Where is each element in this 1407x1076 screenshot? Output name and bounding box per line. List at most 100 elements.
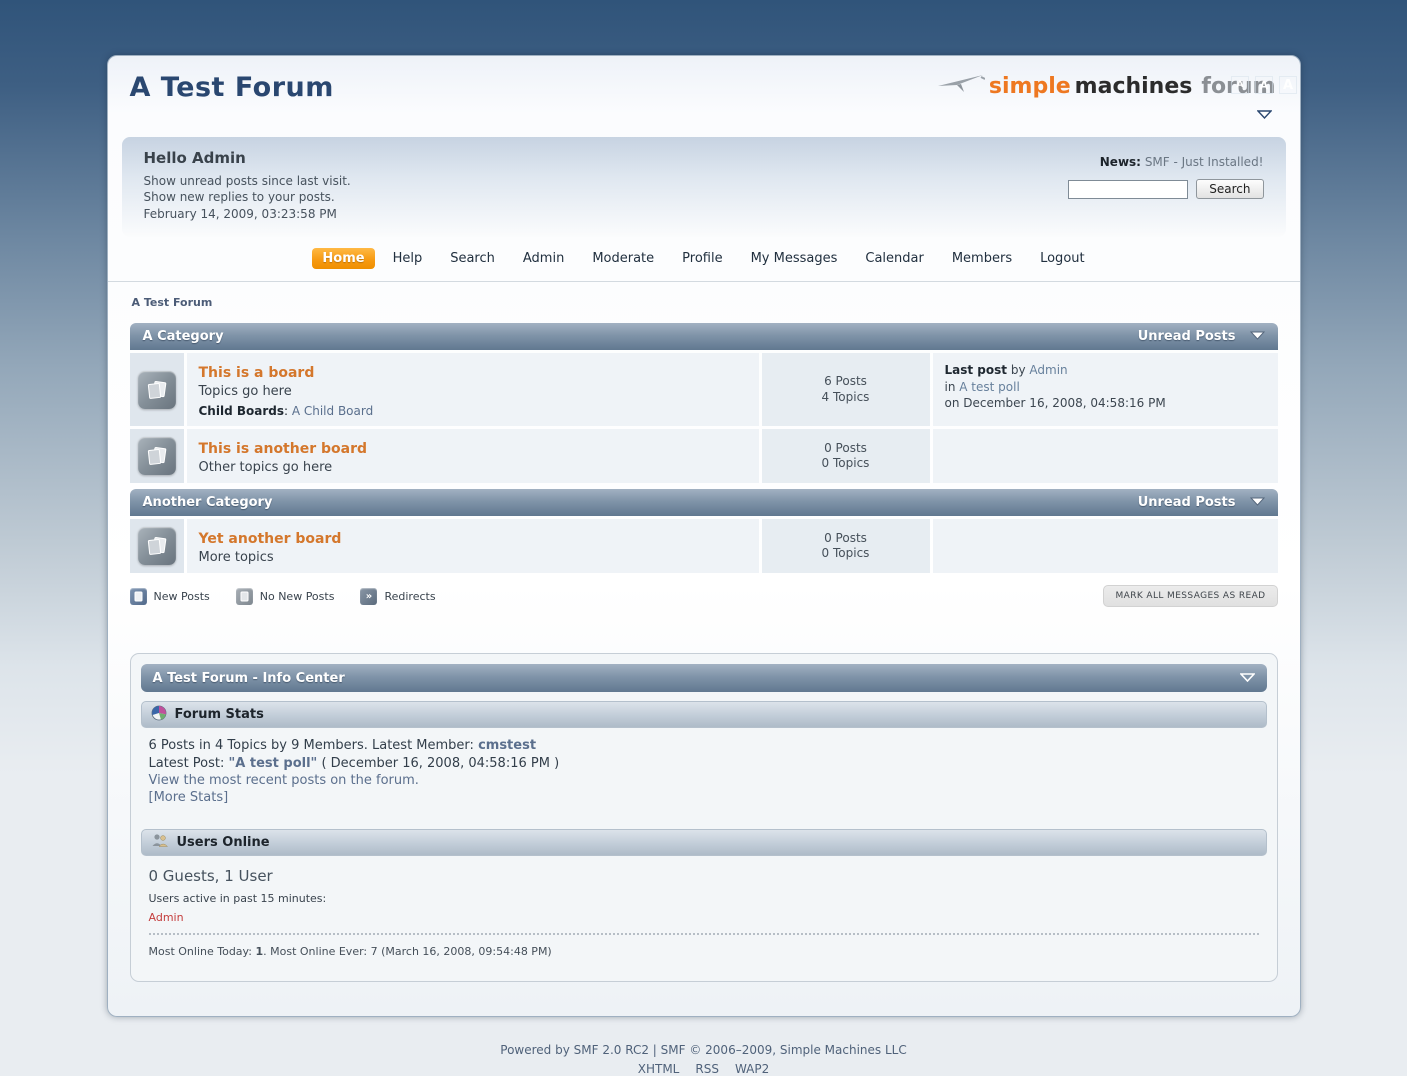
menu-logout[interactable]: Logout <box>1030 248 1095 269</box>
font-size-large-button[interactable]: A <box>1279 76 1297 94</box>
menu-search[interactable]: Search <box>440 248 505 269</box>
users-online-icon <box>151 833 169 851</box>
forum-stats-title: Forum Stats <box>175 707 264 722</box>
collapse-category-icon[interactable] <box>1250 495 1265 510</box>
latest-member-link[interactable]: cmstest <box>478 738 536 753</box>
menu-home[interactable]: Home <box>312 248 374 269</box>
font-size-medium-button[interactable]: A <box>1255 76 1273 94</box>
font-size-small-button[interactable]: A <box>1231 76 1249 94</box>
menu-moderate[interactable]: Moderate <box>582 248 664 269</box>
redirects-label: Redirects <box>384 590 435 603</box>
new-posts-icon <box>130 588 147 605</box>
category-another-category: Another Category Unread Posts Yet anothe… <box>130 489 1278 573</box>
info-center-header: A Test Forum - Info Center <box>141 664 1267 692</box>
last-post-in: in <box>945 380 956 394</box>
board-link[interactable]: This is another board <box>199 441 368 457</box>
last-post-by: by <box>1011 363 1026 377</box>
board-posts-count: 0 Posts <box>824 441 867 457</box>
last-post-topic-link[interactable]: A test poll <box>959 380 1020 394</box>
board-topics-count: 0 Topics <box>822 456 870 472</box>
board-icon-cell <box>130 519 184 573</box>
users-online-title: Users Online <box>177 835 270 850</box>
unread-posts-category-link[interactable]: Unread Posts <box>1138 329 1236 344</box>
most-online-today: 1 <box>255 945 263 958</box>
footer-rss-link[interactable]: RSS <box>695 1062 719 1076</box>
new-replies-link[interactable]: Show new replies to your posts. <box>144 190 335 204</box>
last-post-user-link[interactable]: Admin <box>1029 363 1067 377</box>
collapse-category-icon[interactable] <box>1250 329 1265 344</box>
board-off-icon <box>138 527 176 565</box>
footer-copyright: Powered by SMF 2.0 RC2 | SMF © 2006–2009… <box>0 1043 1407 1057</box>
latest-post-link[interactable]: "A test poll" <box>229 756 318 771</box>
board-legend: New Posts No New Posts » Redirects MARK … <box>130 585 1278 607</box>
collapse-header-icon[interactable] <box>1257 104 1272 123</box>
board-topics-count: 4 Topics <box>822 390 870 406</box>
board-description: Other topics go here <box>199 460 747 475</box>
recent-posts-link[interactable]: View the most recent posts on the forum. <box>149 773 419 788</box>
info-center-title: A Test Forum - Info Center <box>153 671 345 686</box>
menu-profile[interactable]: Profile <box>672 248 732 269</box>
board-stats-cell: 0 Posts 0 Topics <box>762 519 930 573</box>
online-user-admin-link[interactable]: Admin <box>149 911 184 924</box>
board-link[interactable]: Yet another board <box>199 531 342 547</box>
board-link[interactable]: This is a board <box>199 365 315 381</box>
footer: Powered by SMF 2.0 RC2 | SMF © 2006–2009… <box>0 1043 1407 1076</box>
forum-title: A Test Forum <box>130 72 334 103</box>
last-post-label: Last post <box>945 363 1008 377</box>
news-text: SMF - Just Installed! <box>1145 155 1264 169</box>
board-row: This is another board Other topics go he… <box>130 429 1278 483</box>
menu-my-messages[interactable]: My Messages <box>741 248 848 269</box>
board-icon-cell <box>130 429 184 483</box>
unread-posts-category-link[interactable]: Unread Posts <box>1138 495 1236 510</box>
logo-text-simple: simple <box>989 74 1071 99</box>
breadcrumb-home-link[interactable]: A Test Forum <box>132 296 213 309</box>
news-label: News: <box>1100 155 1141 169</box>
category-name: Another Category <box>143 495 273 510</box>
menu-help[interactable]: Help <box>383 248 433 269</box>
header: A Test Forum simplemachinesforum <box>108 56 1300 129</box>
collapse-info-center-icon[interactable] <box>1240 671 1255 686</box>
smf-logo[interactable]: simplemachinesforum <box>937 72 1276 123</box>
menu-members[interactable]: Members <box>942 248 1022 269</box>
latest-post-label: Latest Post: <box>149 756 229 771</box>
main-wrapper: A Test Forum simplemachinesforum Hello A… <box>107 55 1301 1017</box>
menu-calendar[interactable]: Calendar <box>855 248 933 269</box>
search-input[interactable] <box>1068 180 1188 199</box>
users-online-body: 0 Guests, 1 User Users active in past 15… <box>141 856 1267 971</box>
latest-post-date: ( December 16, 2008, 04:58:16 PM ) <box>317 756 559 771</box>
user-area: Hello Admin Show unread posts since last… <box>122 137 1286 237</box>
mark-all-read-button[interactable]: MARK ALL MESSAGES AS READ <box>1103 585 1277 607</box>
footer-xhtml-link[interactable]: XHTML <box>638 1062 680 1076</box>
board-topics-count: 0 Topics <box>822 546 870 562</box>
child-boards-label: Child Boards <box>199 404 284 418</box>
search-button[interactable]: Search <box>1196 179 1263 199</box>
current-date: February 14, 2009, 03:23:58 PM <box>144 207 351 221</box>
dotted-divider <box>149 933 1259 935</box>
category-a-category: A Category Unread Posts This is a board <box>130 323 1278 483</box>
board-description: More topics <box>199 550 747 565</box>
more-stats-link[interactable]: [More Stats] <box>149 790 229 805</box>
news-search-block: News: SMF - Just Installed! Search <box>1068 149 1263 221</box>
main-menu: Home Help Search Admin Moderate Profile … <box>108 237 1300 282</box>
users-online-header: Users Online <box>141 829 1267 856</box>
online-summary: 0 Guests, 1 User <box>149 868 1259 886</box>
board-description: Topics go here <box>199 384 747 399</box>
last-post-date: on December 16, 2008, 04:58:16 PM <box>945 395 1266 411</box>
board-info-cell: This is another board Other topics go he… <box>187 429 759 483</box>
unread-posts-link[interactable]: Show unread posts since last visit. <box>144 174 351 188</box>
last-post-cell <box>933 429 1278 483</box>
category-header: Another Category Unread Posts <box>130 489 1278 516</box>
active-users-label: Users active in past 15 minutes: <box>149 893 1259 906</box>
forum-stats-header: Forum Stats <box>141 701 1267 728</box>
board-row: This is a board Topics go here Child Boa… <box>130 353 1278 426</box>
category-name: A Category <box>143 329 224 344</box>
menu-admin[interactable]: Admin <box>513 248 574 269</box>
forum-stats-body: 6 Posts in 4 Topics by 9 Members. Latest… <box>141 728 1267 819</box>
stats-pie-icon <box>151 705 167 725</box>
info-center: A Test Forum - Info Center Forum Stats 6… <box>130 653 1278 981</box>
footer-wap2-link[interactable]: WAP2 <box>735 1062 769 1076</box>
board-stats-cell: 6 Posts 4 Topics <box>762 353 930 426</box>
board-stats-cell: 0 Posts 0 Topics <box>762 429 930 483</box>
most-online-prefix: Most Online Today: <box>149 945 256 958</box>
child-board-link[interactable]: A Child Board <box>292 404 373 418</box>
